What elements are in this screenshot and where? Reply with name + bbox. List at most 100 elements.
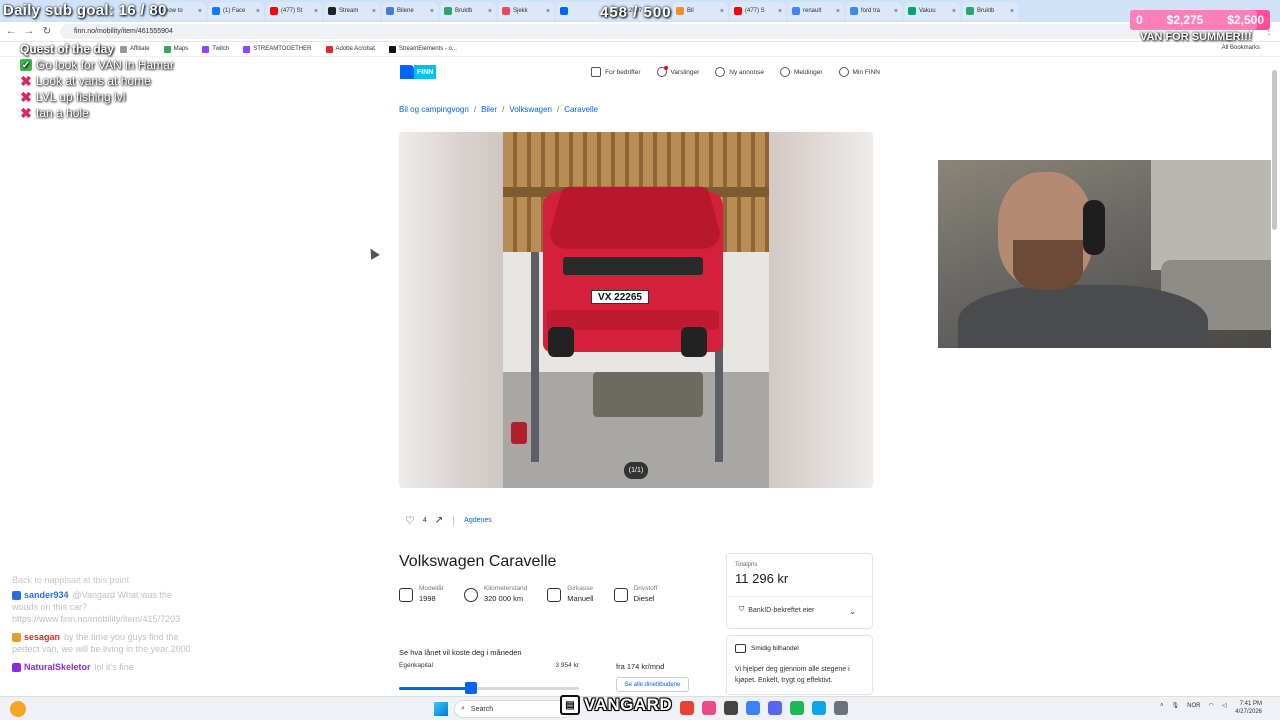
close-icon[interactable]: × — [1010, 8, 1014, 15]
chevron-up-icon[interactable]: ˄ — [1160, 703, 1164, 709]
share-icon[interactable]: ↗ — [435, 515, 443, 526]
close-icon[interactable]: × — [836, 8, 840, 15]
see-offers-button[interactable]: Se alle dinetilbudene — [616, 677, 689, 692]
price-divider — [727, 596, 872, 597]
streamer-tag: ▤ VANGARD — [560, 694, 672, 716]
browser-tab[interactable]: Sjekk × — [498, 2, 554, 20]
tab-favicon-icon — [966, 7, 974, 15]
lift-post-left — [531, 252, 539, 462]
quest-item: ✖ tan a hole — [20, 105, 174, 121]
equity-slider-thumb[interactable] — [465, 682, 477, 694]
close-icon[interactable]: × — [778, 8, 782, 15]
like-count: 4 — [422, 517, 427, 524]
windows-start-icon[interactable] — [434, 702, 448, 716]
equity-slider[interactable] — [399, 682, 579, 694]
finn-nav-item[interactable]: Varslinger — [656, 66, 699, 77]
close-icon[interactable]: × — [720, 8, 724, 15]
taskbar-search[interactable]: ⌕ Search — [454, 700, 574, 718]
volume-icon[interactable]: ◁ — [1222, 702, 1227, 709]
close-icon[interactable]: × — [546, 8, 550, 15]
discord-icon[interactable] — [768, 701, 782, 715]
forward-icon[interactable]: → — [24, 26, 34, 37]
bookmark-item[interactable]: StreamElements - o... — [388, 45, 457, 53]
chrome-icon[interactable] — [680, 701, 694, 715]
terminal-icon[interactable] — [724, 701, 738, 715]
reload-icon[interactable]: ↻ — [42, 26, 52, 37]
store-icon[interactable] — [812, 701, 826, 715]
edge-icon[interactable] — [746, 701, 760, 715]
tab-label: Stream — [339, 8, 359, 14]
close-icon[interactable]: × — [198, 8, 202, 15]
scrollbar-thumb[interactable] — [1272, 70, 1277, 230]
spec-item: Kilometerstand 320 000 km — [463, 585, 527, 603]
van-hood — [545, 186, 725, 249]
wifi-icon[interactable]: ◠ — [1208, 702, 1213, 709]
quest-item: ✖ LVL up fishing lvl — [20, 89, 174, 105]
finn-nav-item[interactable]: Ny annonse — [715, 67, 764, 77]
tab-label: Vakuu — [919, 8, 936, 14]
close-icon[interactable]: × — [372, 8, 376, 15]
deal-title: Smidig bilhandel — [751, 645, 799, 652]
browser-tab[interactable]: renault × — [788, 2, 844, 20]
language-indicator[interactable]: NOR — [1187, 703, 1200, 709]
loan-title: Se hva lånet vil koste deg i måneden — [399, 648, 522, 657]
breadcrumb-link[interactable]: Caravelle — [564, 105, 598, 114]
photo-garage-clutter — [593, 372, 703, 417]
browser-tab[interactable]: (477) S × — [730, 2, 786, 20]
quest-text: Look at vans at home — [36, 74, 151, 88]
back-icon[interactable]: ← — [6, 26, 16, 37]
van-photo[interactable]: VX 22265 — [503, 132, 769, 488]
browser-tab[interactable]: Bil × — [672, 2, 728, 20]
breadcrumb-link[interactable]: Biler — [481, 105, 497, 114]
bookmark-item[interactable]: Adobe Acrobat — [325, 45, 375, 53]
browser-tab[interactable]: Bruktb × — [962, 2, 1018, 20]
close-icon[interactable]: × — [894, 8, 898, 15]
clock-date: 4/27/2026 — [1235, 709, 1262, 715]
mic-icon[interactable]: 🎙 — [1172, 702, 1180, 709]
bookmark-label: Adobe Acrobat — [335, 46, 375, 52]
bankid-row[interactable]: ⛉ BankID-bekreftet eier — [739, 606, 814, 614]
finn-nav-item[interactable]: Meldinger — [780, 67, 823, 77]
close-icon[interactable]: × — [952, 8, 956, 15]
browser-tab[interactable]: Vakuu × — [904, 2, 960, 20]
breadcrumb-link[interactable]: Volkswagen — [509, 105, 552, 114]
taskbar-clock[interactable]: 7:41 PM 4/27/2026 — [1235, 700, 1262, 716]
close-icon[interactable]: × — [256, 8, 260, 15]
finn-nav-item[interactable]: For bedrifter — [591, 67, 641, 77]
donation-goal-name: VAN FOR SUMMER!!! — [1140, 31, 1252, 43]
chat-username: NaturalSkeletor — [24, 662, 91, 672]
browser-tab[interactable]: ford tra × — [846, 2, 902, 20]
quest-text: LVL up fishing lvl — [36, 90, 126, 104]
close-icon[interactable]: × — [488, 8, 492, 15]
browser-tab[interactable]: (477) St × — [266, 2, 322, 20]
weather-icon[interactable] — [10, 701, 26, 717]
breadcrumb-link[interactable]: Bil og campingvogn — [399, 105, 469, 114]
page-scrollbar[interactable] — [1272, 62, 1278, 694]
image-gallery[interactable]: VX 22265 — [399, 132, 873, 488]
browser-tab[interactable]: (1) Face × — [208, 2, 264, 20]
close-icon[interactable]: × — [430, 8, 434, 15]
url-input[interactable]: finn.no/mobility/item/461555904 — [60, 24, 1238, 39]
finn-nav-item[interactable]: Min FINN — [838, 67, 880, 77]
chat-badge-icon — [12, 633, 21, 643]
all-bookmarks-button[interactable]: All Bookmarks — [1222, 45, 1260, 51]
bookmark-label: Maps — [173, 46, 189, 52]
heart-icon[interactable]: ♡ — [405, 514, 415, 527]
browser-tab[interactable]: Stream × — [324, 2, 380, 20]
spec-text: Modellår 1998 — [419, 585, 444, 603]
spec-value: 1998 — [419, 594, 436, 603]
bookmark-item[interactable]: Twitch — [202, 45, 229, 53]
browser-tab[interactable]: Bruktb × — [440, 2, 496, 20]
browser-tab[interactable]: Bilene × — [382, 2, 438, 20]
close-icon[interactable]: × — [314, 8, 318, 15]
chevron-down-icon[interactable]: ⌄ — [849, 607, 856, 616]
spotify-icon[interactable] — [790, 701, 804, 715]
finn-nav-label: Min FINN — [852, 68, 880, 76]
location-link[interactable]: Agdenes — [464, 517, 492, 524]
settings-icon[interactable] — [834, 701, 848, 715]
app-icon[interactable] — [702, 701, 716, 715]
finn-logo[interactable]: FINN — [400, 65, 445, 80]
checkmark-icon: ✓ — [20, 59, 32, 71]
chat-badge-icon — [12, 591, 21, 601]
bookmark-item[interactable]: STREAMTOGETHER — [243, 45, 312, 53]
